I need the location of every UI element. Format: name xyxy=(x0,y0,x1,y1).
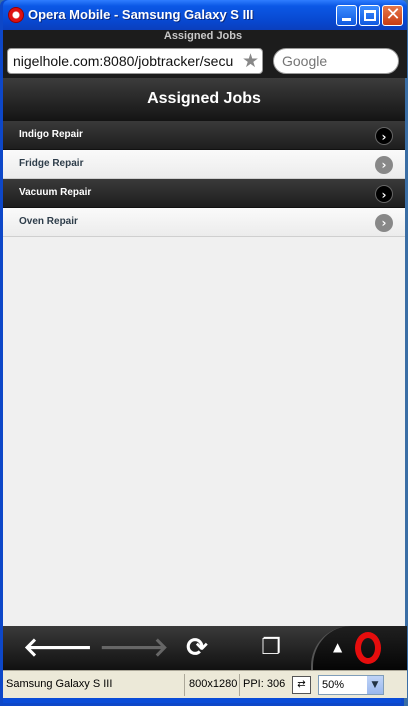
job-list: Indigo Repair › Fridge Repair › Vacuum R… xyxy=(3,121,405,237)
ppi-label: PPI: 306 xyxy=(243,678,286,690)
bottom-toolbar: 🡐 🡒 ⟳ ❐ ▲ xyxy=(3,626,407,670)
chevron-up-icon: ▲ xyxy=(333,640,343,654)
reload-icon: ⟳ xyxy=(186,633,208,663)
opera-app-icon xyxy=(8,7,24,23)
window-title: Opera Mobile - Samsung Galaxy S III xyxy=(28,7,254,22)
list-item-indigo-repair[interactable]: Indigo Repair › xyxy=(3,121,405,150)
chevron-down-icon[interactable]: ▼ xyxy=(367,676,383,694)
chevron-right-icon: › xyxy=(375,214,393,232)
chevron-right-icon: › xyxy=(375,156,393,174)
title-bar: Opera Mobile - Samsung Galaxy S III ✕ xyxy=(3,0,407,30)
chevron-right-icon: › xyxy=(375,185,393,203)
browser-chrome: Assigned Jobs nigelhole.com:8080/jobtrac… xyxy=(3,30,407,78)
web-page: Assigned Jobs Indigo Repair › Fridge Rep… xyxy=(3,78,405,626)
opera-logo-icon xyxy=(355,632,381,664)
close-button[interactable]: ✕ xyxy=(382,5,403,26)
search-input[interactable] xyxy=(282,53,392,69)
maximize-icon xyxy=(364,10,376,21)
minimize-icon xyxy=(342,18,351,21)
rotate-icon[interactable]: ⇄ xyxy=(292,676,311,694)
job-label: Vacuum Repair xyxy=(19,187,92,198)
list-item-oven-repair[interactable]: Oven Repair › xyxy=(3,208,405,237)
maximize-button[interactable] xyxy=(359,5,380,26)
zoom-select[interactable]: 50% ▼ xyxy=(318,675,384,695)
list-item-fridge-repair[interactable]: Fridge Repair › xyxy=(3,150,405,179)
page-title: Assigned Jobs xyxy=(147,90,261,107)
job-label: Oven Repair xyxy=(19,216,78,227)
page-header: Assigned Jobs xyxy=(3,78,405,121)
job-label: Fridge Repair xyxy=(19,158,84,169)
url-text[interactable]: nigelhole.com:8080/jobtracker/secu xyxy=(13,53,238,69)
address-bar[interactable]: nigelhole.com:8080/jobtracker/secu ★ xyxy=(7,48,263,74)
browser-window: Opera Mobile - Samsung Galaxy S III ✕ As… xyxy=(0,0,407,706)
tabs-icon: ❐ xyxy=(261,635,281,660)
divider xyxy=(184,674,185,696)
job-label: Indigo Repair xyxy=(19,129,83,140)
back-arrow-icon: 🡐 xyxy=(23,633,93,663)
minimize-button[interactable] xyxy=(336,5,357,26)
zoom-value: 50% xyxy=(322,679,345,691)
resolution-label: 800x1280 xyxy=(189,678,238,690)
chevron-right-icon: › xyxy=(375,127,393,145)
divider xyxy=(239,674,240,696)
tabs-button[interactable]: ❐ xyxy=(251,632,291,664)
back-button[interactable]: 🡐 xyxy=(23,632,93,664)
bookmark-star-icon[interactable]: ★ xyxy=(242,51,259,71)
close-icon: ✕ xyxy=(385,4,401,25)
tab-page-title: Assigned Jobs xyxy=(163,30,243,42)
opera-menu-button[interactable]: ▲ xyxy=(311,626,407,670)
forward-arrow-icon: 🡒 xyxy=(99,633,169,663)
reload-button[interactable]: ⟳ xyxy=(177,632,217,664)
forward-button[interactable]: 🡒 xyxy=(99,632,169,664)
search-box[interactable] xyxy=(273,48,399,74)
device-name: Samsung Galaxy S III xyxy=(6,678,113,690)
status-bar: Samsung Galaxy S III 800x1280 PPI: 306 ⇄… xyxy=(3,670,407,698)
list-item-vacuum-repair[interactable]: Vacuum Repair › xyxy=(3,179,405,208)
